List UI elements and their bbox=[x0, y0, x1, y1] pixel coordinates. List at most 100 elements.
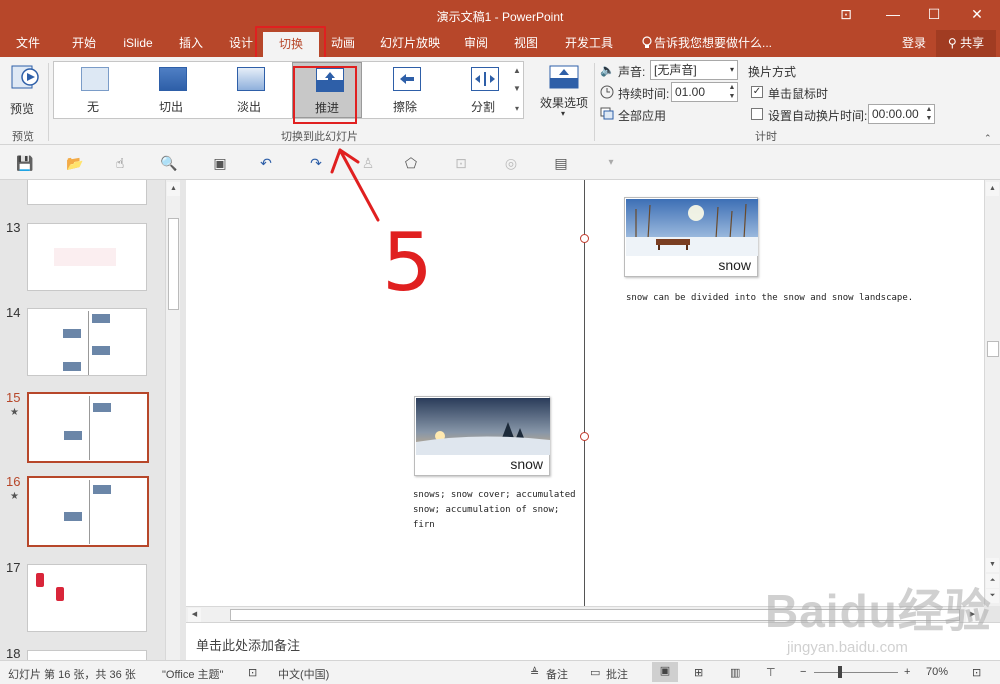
tab-file[interactable]: 文件 bbox=[10, 30, 46, 57]
slide-thumbnail-16[interactable] bbox=[27, 476, 149, 547]
share-button[interactable]: ⚲ 共享 bbox=[936, 30, 996, 57]
scroll-down-arrow[interactable]: ▼ bbox=[986, 558, 999, 572]
tab-animations[interactable]: 动画 bbox=[324, 30, 362, 57]
photo-card-1[interactable]: snow bbox=[624, 197, 758, 277]
preview-button[interactable]: 预览 bbox=[8, 63, 44, 116]
language-indicator[interactable]: 中文(中国) bbox=[278, 666, 329, 682]
notes-icon: ≜ bbox=[530, 667, 540, 679]
minimize-button[interactable]: — bbox=[882, 4, 904, 24]
customize-toolbar-icon[interactable]: ▾ bbox=[603, 155, 619, 171]
duration-input[interactable]: 01.00 ▲ ▼ bbox=[671, 82, 738, 102]
share-label: 共享 bbox=[960, 36, 985, 50]
open-folder-icon[interactable]: 📂 bbox=[66, 155, 83, 171]
thumb-image bbox=[64, 512, 82, 521]
gallery-scroll-up[interactable]: ▲ bbox=[511, 62, 523, 80]
canvas-scrollbar[interactable]: ▲ ▼ ⏶ ⏷ bbox=[984, 180, 1000, 606]
transition-wipe-label: 擦除 bbox=[392, 100, 417, 114]
tab-slideshow[interactable]: 幻灯片放映 bbox=[374, 30, 446, 57]
after-time-input[interactable]: 00:00.00 ▲ ▼ bbox=[868, 104, 935, 124]
slideshow-icon[interactable]: ▣ bbox=[212, 155, 228, 171]
close-button[interactable]: ✕ bbox=[966, 4, 988, 24]
tab-home[interactable]: 开始 bbox=[64, 30, 104, 57]
slide-thumbnail-18[interactable] bbox=[27, 650, 147, 660]
photo-card-2[interactable]: snow bbox=[414, 396, 550, 476]
scroll-thumb[interactable] bbox=[987, 341, 999, 357]
normal-view-icon[interactable]: ▣ bbox=[652, 662, 678, 682]
apply-all-button[interactable]: 全部应用 bbox=[618, 107, 666, 124]
notes-button[interactable]: 备注 bbox=[546, 666, 568, 682]
tab-insert[interactable]: 插入 bbox=[172, 30, 210, 57]
timeline-dot bbox=[580, 432, 589, 441]
slide-thumbnail-17[interactable] bbox=[27, 564, 147, 632]
slide-thumbnail-15[interactable] bbox=[27, 392, 149, 463]
notes-placeholder: 单击此处添加备注 bbox=[196, 638, 301, 653]
split-icon bbox=[471, 67, 499, 91]
redo-icon[interactable]: ↷ bbox=[308, 155, 324, 171]
effect-options-button[interactable]: 效果选项 ▾ bbox=[538, 63, 590, 125]
sound-select[interactable]: [无声音] ▾ bbox=[650, 60, 738, 80]
ribbon: 预览 预览 无 切出 淡出 推进 擦除 分割 ▲ ▼ ▾ 效果选项 ▾ 切换到此… bbox=[0, 57, 1000, 145]
scroll-up-arrow[interactable]: ▲ bbox=[986, 182, 999, 196]
tab-review[interactable]: 审阅 bbox=[456, 30, 496, 57]
after-time-spinner[interactable]: ▲ ▼ bbox=[924, 105, 934, 123]
gallery-scroll-down[interactable]: ▼ bbox=[511, 80, 523, 98]
scroll-left-arrow[interactable]: ◀ bbox=[188, 608, 201, 622]
watermark-url: jingyan.baidu.com bbox=[787, 639, 908, 656]
scroll-thumb[interactable] bbox=[168, 218, 179, 310]
comments-button[interactable]: 批注 bbox=[606, 666, 628, 682]
slide-thumbnail-12[interactable] bbox=[27, 180, 147, 205]
shapes-icon[interactable]: ⬠ bbox=[403, 155, 419, 171]
title-bar: 演示文稿1 - PowerPoint ⊡ — ☐ ✕ bbox=[0, 0, 1000, 30]
touch-mode-icon[interactable]: ☝ bbox=[112, 155, 128, 171]
slide-sorter-icon[interactable]: ⊞ bbox=[694, 666, 703, 679]
save-icon[interactable]: 💾 bbox=[16, 155, 33, 171]
transition-wipe[interactable]: 擦除 bbox=[370, 62, 440, 118]
slide-text-line: snow; accumulation of snow; bbox=[413, 505, 560, 515]
gallery-more[interactable]: ▾ bbox=[511, 100, 523, 118]
transition-cut[interactable]: 切出 bbox=[136, 62, 206, 118]
tab-developer[interactable]: 开发工具 bbox=[558, 30, 620, 57]
login-link[interactable]: 登录 bbox=[896, 30, 932, 57]
tell-me-search[interactable]: 告诉我您想要做什么... bbox=[654, 30, 774, 57]
tab-islide[interactable]: iSlide bbox=[116, 30, 160, 57]
textbox-icon[interactable]: ▤ bbox=[553, 155, 569, 171]
thumb-image bbox=[93, 485, 111, 494]
group-transition-label: 切换到此幻灯片 bbox=[281, 131, 358, 143]
print-preview-icon[interactable]: 🔍 bbox=[160, 155, 177, 171]
maximize-button[interactable]: ☐ bbox=[923, 4, 945, 24]
slide-text-2[interactable]: snows; snow cover; accumulated snow; acc… bbox=[413, 488, 603, 533]
after-time-checkbox[interactable] bbox=[751, 108, 763, 120]
after-time-label: 设置自动换片时间: bbox=[768, 109, 868, 123]
after-time-value: 00:00.00 bbox=[872, 107, 919, 121]
restore-ribbon-icon[interactable]: ⊡ bbox=[835, 4, 857, 24]
scroll-up-arrow[interactable]: ▲ bbox=[167, 182, 180, 196]
group-icon: ⊡ bbox=[455, 155, 467, 171]
slide-text-1[interactable]: snow can be divided into the snow and sn… bbox=[626, 291, 966, 306]
chevron-down-icon: ▾ bbox=[729, 65, 734, 74]
ribbon-separator bbox=[48, 63, 49, 141]
undo-icon[interactable]: ↶ bbox=[258, 155, 274, 171]
lantern-icon bbox=[56, 587, 64, 601]
transition-none[interactable]: 无 bbox=[58, 62, 128, 118]
push-highlight-box bbox=[293, 66, 357, 124]
reading-view-icon[interactable]: ▥ bbox=[730, 666, 740, 679]
slide-thumbnail-14[interactable] bbox=[27, 308, 147, 376]
slide-thumbnail-13[interactable] bbox=[27, 223, 147, 291]
chevron-down-icon: ▾ bbox=[561, 109, 566, 118]
collapse-ribbon-icon[interactable]: ⌃ bbox=[984, 133, 992, 144]
snow-sunset-photo bbox=[416, 398, 550, 455]
advance-slide-title: 换片方式 bbox=[748, 65, 797, 79]
transition-fade[interactable]: 淡出 bbox=[214, 62, 284, 118]
transition-split[interactable]: 分割 bbox=[448, 62, 518, 118]
on-click-checkbox[interactable]: ✓ bbox=[751, 86, 763, 98]
slide-text-line: snows; snow cover; accumulated bbox=[413, 490, 576, 500]
tab-view[interactable]: 视图 bbox=[506, 30, 546, 57]
spellcheck-icon[interactable]: ⊡ bbox=[248, 666, 257, 679]
slide-panel-scrollbar[interactable]: ▲ bbox=[165, 180, 180, 660]
transition-fade-label: 淡出 bbox=[236, 100, 261, 114]
quick-access-toolbar: 💾 📂 ☝ 🔍 ▣ ↶ ↷ ♙ ⬠ ⊡ ◎ ▤ ▾ bbox=[0, 145, 1000, 180]
sound-value: [无声音] bbox=[654, 63, 697, 77]
snow-park-photo bbox=[626, 199, 758, 256]
duration-spinner[interactable]: ▲ ▼ bbox=[727, 83, 737, 101]
slide-text-line: firn bbox=[413, 520, 435, 530]
